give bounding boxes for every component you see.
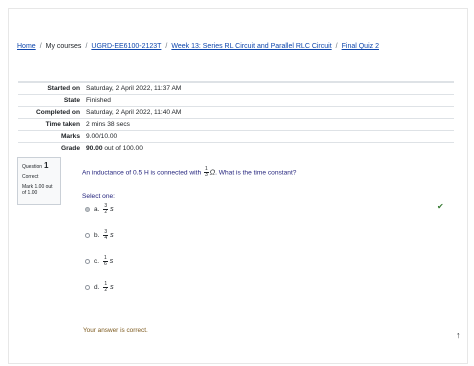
breadcrumb-separator: / [165, 43, 168, 50]
breadcrumb-home-link[interactable]: Home [17, 43, 36, 50]
fraction-denominator: 2 [104, 209, 108, 215]
question-mark: Mark 1.00 out of 1.00 [22, 184, 53, 196]
question-info-box: Question 1 Correct Mark 1.00 out of 1.00 [17, 157, 61, 205]
option-letter: c. [94, 258, 99, 265]
question-number: Question 1 [22, 161, 56, 170]
breadcrumb-course-link[interactable]: UGRD-EE6100-2123T [91, 43, 161, 50]
option-letter: a. [94, 206, 100, 213]
question-text-start: An inductance of 0.5 H is connected with [82, 169, 202, 177]
question-text-end: . What is the time constant? [215, 169, 297, 177]
breadcrumb-separator: / [85, 43, 88, 50]
unit-seconds: s [110, 284, 114, 291]
breadcrumb: Home / My courses / UGRD-EE6100-2123T / Week 1… [17, 43, 379, 50]
radio-button[interactable] [85, 233, 90, 238]
breadcrumb-separator: / [39, 43, 42, 50]
answer-option-c[interactable]: c. 16s [85, 256, 113, 267]
option-letter: b. [94, 232, 100, 239]
summary-value: Saturday, 2 April 2022, 11:40 AM [86, 106, 454, 119]
unit-seconds: s [110, 206, 114, 213]
summary-value: Saturday, 2 April 2022, 11:37 AM [86, 81, 454, 95]
summary-label: Started on [18, 81, 86, 95]
fraction: 13 [203, 167, 209, 178]
grade-out-of: out of 100.00 [104, 145, 143, 152]
fraction-denominator: 6 [103, 261, 107, 267]
back-to-top-icon[interactable]: ↑ [456, 330, 461, 340]
summary-row: Started on Saturday, 2 April 2022, 11:37… [18, 81, 454, 95]
summary-value: 90.00 out of 100.00 [86, 142, 454, 154]
fraction: 32 [103, 204, 109, 215]
fraction: 12 [103, 282, 109, 293]
radio-button[interactable] [85, 259, 90, 264]
breadcrumb-my-courses: My courses [45, 43, 82, 50]
page-frame [8, 8, 468, 364]
option-letter: d. [94, 284, 100, 291]
summary-value: 2 mins 38 secs [86, 118, 454, 131]
answer-option-d[interactable]: d. 12s [85, 282, 114, 293]
correct-check-icon: ✔ [437, 202, 444, 211]
radio-button[interactable] [85, 285, 90, 290]
summary-value: Finished [86, 94, 454, 107]
unit-seconds: s [110, 232, 114, 239]
unit-seconds: s [109, 258, 114, 265]
fraction-denominator: 2 [104, 287, 108, 293]
answer-feedback: Your answer is correct. [83, 327, 148, 334]
summary-row: Time taken 2 mins 38 secs [18, 118, 454, 131]
select-one-label: Select one: [82, 193, 115, 200]
grade-value: 90.00 [86, 145, 103, 152]
summary-value: 9.00/10.00 [86, 130, 454, 143]
breadcrumb-separator: / [335, 43, 338, 50]
fraction-denominator: 4 [104, 235, 108, 241]
question-state: Correct [22, 174, 39, 180]
summary-label: Time taken [18, 118, 86, 131]
radio-button-selected[interactable] [85, 207, 90, 212]
summary-row: Marks 9.00/10.00 [18, 130, 454, 143]
summary-label: Marks [18, 130, 86, 143]
fraction-denominator: 3 [204, 172, 208, 178]
question-number-value: 1 [44, 161, 49, 170]
fraction: 16 [102, 256, 108, 267]
attempt-summary-table: Started on Saturday, 2 April 2022, 11:37… [18, 81, 454, 154]
answer-option-a[interactable]: a. 32s [85, 204, 114, 215]
question-text: An inductance of 0.5 H is connected with… [82, 167, 296, 178]
question-label: Question [22, 164, 43, 170]
summary-label: State [18, 94, 86, 107]
summary-label: Completed on [18, 106, 86, 119]
summary-row: Completed on Saturday, 2 April 2022, 11:… [18, 106, 454, 119]
fraction: 34 [103, 230, 109, 241]
breadcrumb-week-link[interactable]: Week 13: Series RL Circuit and Parallel … [171, 43, 331, 50]
summary-row: Grade 90.00 out of 100.00 [18, 142, 454, 154]
summary-label: Grade [18, 142, 86, 154]
breadcrumb-quiz-link[interactable]: Final Quiz 2 [342, 43, 379, 50]
summary-row: State Finished [18, 94, 454, 107]
answer-option-b[interactable]: b. 34s [85, 230, 114, 241]
